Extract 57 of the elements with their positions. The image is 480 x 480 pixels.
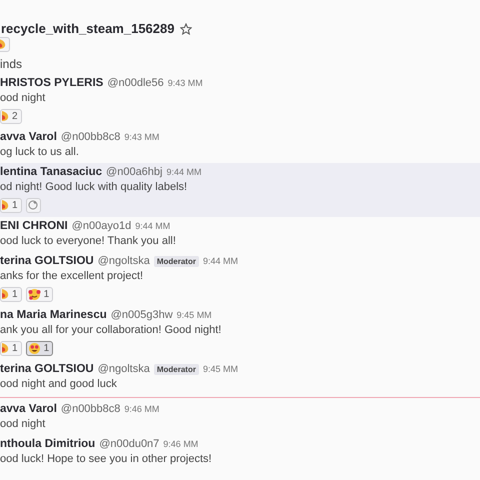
author-handle: @n00bb8c8: [60, 130, 120, 144]
message-time: 9:46 MM: [124, 403, 160, 416]
emoji-icon: [2, 110, 9, 122]
author-handle: @ngoltska: [98, 362, 150, 376]
reaction-button[interactable]: 1: [0, 286, 22, 302]
message-time: 9:44 MM: [135, 220, 170, 233]
message-time: 9:45 MM: [176, 309, 212, 322]
role-badge: Moderator: [154, 364, 199, 375]
emoji-icon: [2, 288, 9, 300]
message-text: ank you all for your collaboration! Good night!: [0, 323, 222, 337]
emoji-icon: [2, 342, 9, 354]
author-name[interactable]: ENI CHRONI: [0, 219, 68, 233]
message-time: 9:44 MM: [202, 255, 238, 268]
author-handle: @n00bb8c8: [60, 402, 120, 416]
message-time: 9:45 MM: [202, 363, 238, 376]
author-name[interactable]: HRISTOS PYLERIS: [0, 76, 104, 90]
author-name[interactable]: avva Varol: [0, 130, 57, 144]
reaction-button[interactable]: [0, 36, 10, 52]
reaction-button[interactable]: 1: [26, 286, 54, 302]
message-text: og luck to us all.: [0, 145, 80, 159]
author-handle: @n00ayo1d: [72, 219, 132, 233]
message-text: ood luck to everyone! Thank you all!: [0, 234, 177, 248]
emoji-icon: [0, 38, 6, 50]
author-name[interactable]: terina GOLTSIOU: [0, 362, 94, 376]
emoji-icon: [2, 199, 9, 211]
author-handle: @n005g3hw: [110, 308, 173, 322]
message-time: 9:43 MM: [168, 77, 203, 90]
author-name[interactable]: nthoula Dimitriou: [0, 437, 96, 451]
message-text: ood luck! Hope to see you in other projects!: [0, 452, 213, 466]
message-time: 9:43 MM: [124, 131, 160, 144]
message-text: ood night: [0, 417, 46, 431]
reaction-button[interactable]: 1: [26, 340, 54, 356]
channel-title: recycle_with_steam_156289: [1, 20, 174, 38]
reaction-button[interactable]: 1: [0, 198, 22, 212]
emoji-add-icon: [28, 200, 38, 210]
message-text: ood night and good luck: [0, 377, 118, 391]
star-icon[interactable]: [180, 22, 192, 34]
message-text: anks for the excellent project!: [0, 269, 144, 283]
message-text: ood night: [0, 91, 46, 105]
message-text: inds: [0, 56, 24, 72]
role-badge: Moderator: [154, 256, 199, 267]
author-handle: @n00du0n7: [99, 437, 160, 451]
add-reaction-button[interactable]: [26, 198, 41, 212]
message-time: 9:46 MM: [163, 438, 198, 451]
author-name[interactable]: avva Varol: [0, 402, 57, 416]
author-name[interactable]: terina GOLTSIOU: [0, 254, 94, 268]
author-name[interactable]: na Maria Marinescu: [0, 308, 107, 322]
reaction-button[interactable]: 1: [0, 340, 22, 356]
author-handle: @ngoltska: [98, 254, 150, 268]
author-handle: @n00dle56: [107, 76, 164, 90]
author-name[interactable]: lentina Tanasaciuc: [0, 165, 102, 179]
message-time: 9:44 MM: [166, 166, 202, 179]
emoji-icon: [28, 288, 41, 300]
reaction-button[interactable]: 2: [0, 108, 22, 124]
emoji-icon: [28, 342, 41, 354]
author-handle: @n00a6hbj: [106, 165, 162, 179]
message-text: od night! Good luck with quality labels!: [0, 180, 188, 194]
